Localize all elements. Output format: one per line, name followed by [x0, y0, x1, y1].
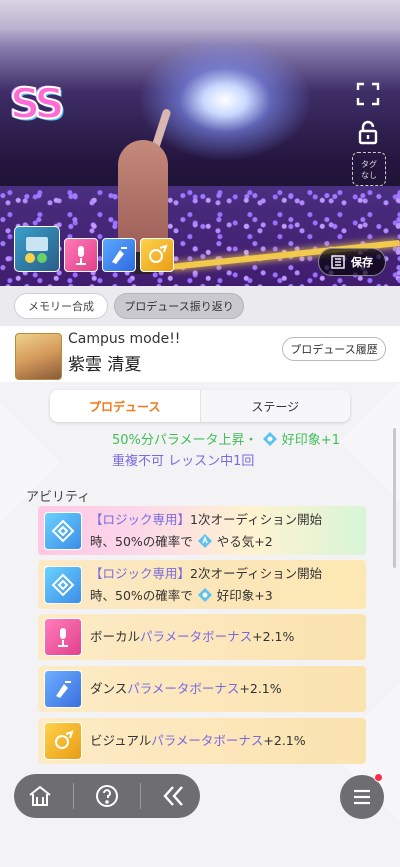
double-chevron-left-icon[interactable]	[154, 776, 194, 816]
card-title: Campus mode!!	[68, 331, 181, 347]
good-impression-icon	[262, 432, 277, 446]
character-portrait	[15, 333, 62, 380]
save-button[interactable]: 保存	[318, 248, 386, 276]
lock-icon[interactable]	[354, 118, 382, 146]
ability-item[interactable]: ビジュアルパラメータボーナス+2.1%	[38, 718, 366, 764]
view-tabs: メモリー合成 プロデュース振り返り	[0, 286, 400, 326]
notification-dot	[374, 773, 383, 782]
bottom-nav	[14, 774, 200, 818]
home-icon[interactable]	[20, 776, 60, 816]
ability-item[interactable]: ダンスパラメータボーナス+2.1%	[38, 666, 366, 712]
tag-label-line1: タグ	[361, 160, 377, 169]
skill-icons	[14, 226, 174, 272]
skill-description-line1: 50%分パラメータ上昇・ 好印象+1	[112, 432, 340, 448]
vocal-icon	[44, 618, 82, 656]
dance-icon	[44, 670, 82, 708]
logic-icon	[44, 565, 82, 604]
produce-review-tab[interactable]: プロデュース振り返り	[114, 293, 244, 319]
visual-skill-icon[interactable]	[140, 238, 174, 272]
motivation-icon	[197, 533, 212, 548]
tag-button[interactable]: タグ なし	[352, 152, 386, 186]
ability-item[interactable]: ボーカルパラメータボーナス+2.1%	[38, 614, 366, 660]
vocal-skill-icon[interactable]	[64, 238, 98, 272]
tab-stage[interactable]: ステージ	[200, 390, 350, 422]
logic-icon	[44, 511, 82, 550]
ability-item[interactable]: 【ロジック専用】1次オーディション開始 時、50%の確率で やる気+2	[38, 506, 366, 555]
skill-description-line2: 重複不可 レッスン中1回	[112, 454, 255, 469]
tag-label-line2: なし	[361, 171, 377, 180]
card-header: Campus mode!! 紫雲 清夏 プロデュース履歴	[0, 326, 400, 382]
memory-merge-tab[interactable]: メモリー合成	[14, 293, 108, 319]
character-name: 紫雲 清夏	[68, 355, 142, 375]
visual-icon	[44, 722, 82, 760]
hero-banner: SS タグ なし 保存	[0, 0, 400, 286]
help-icon[interactable]	[87, 776, 127, 816]
ability-item[interactable]: 【ロジック専用】2次オーディション開始 時、50%の確率で 好印象+3	[38, 560, 366, 609]
save-label: 保存	[351, 256, 373, 269]
dance-skill-icon[interactable]	[102, 238, 136, 272]
produce-history-button[interactable]: プロデュース履歴	[282, 337, 386, 361]
segment-tabs: プロデュース ステージ	[50, 390, 350, 422]
scrollbar[interactable]	[393, 428, 396, 568]
tab-produce[interactable]: プロデュース	[50, 390, 201, 422]
support-card-icon[interactable]	[14, 226, 60, 272]
fullscreen-icon[interactable]	[354, 80, 382, 108]
ability-section-title: アビリティ	[26, 490, 91, 505]
rank-badge: SS	[9, 78, 66, 129]
good-impression-icon	[197, 587, 212, 602]
